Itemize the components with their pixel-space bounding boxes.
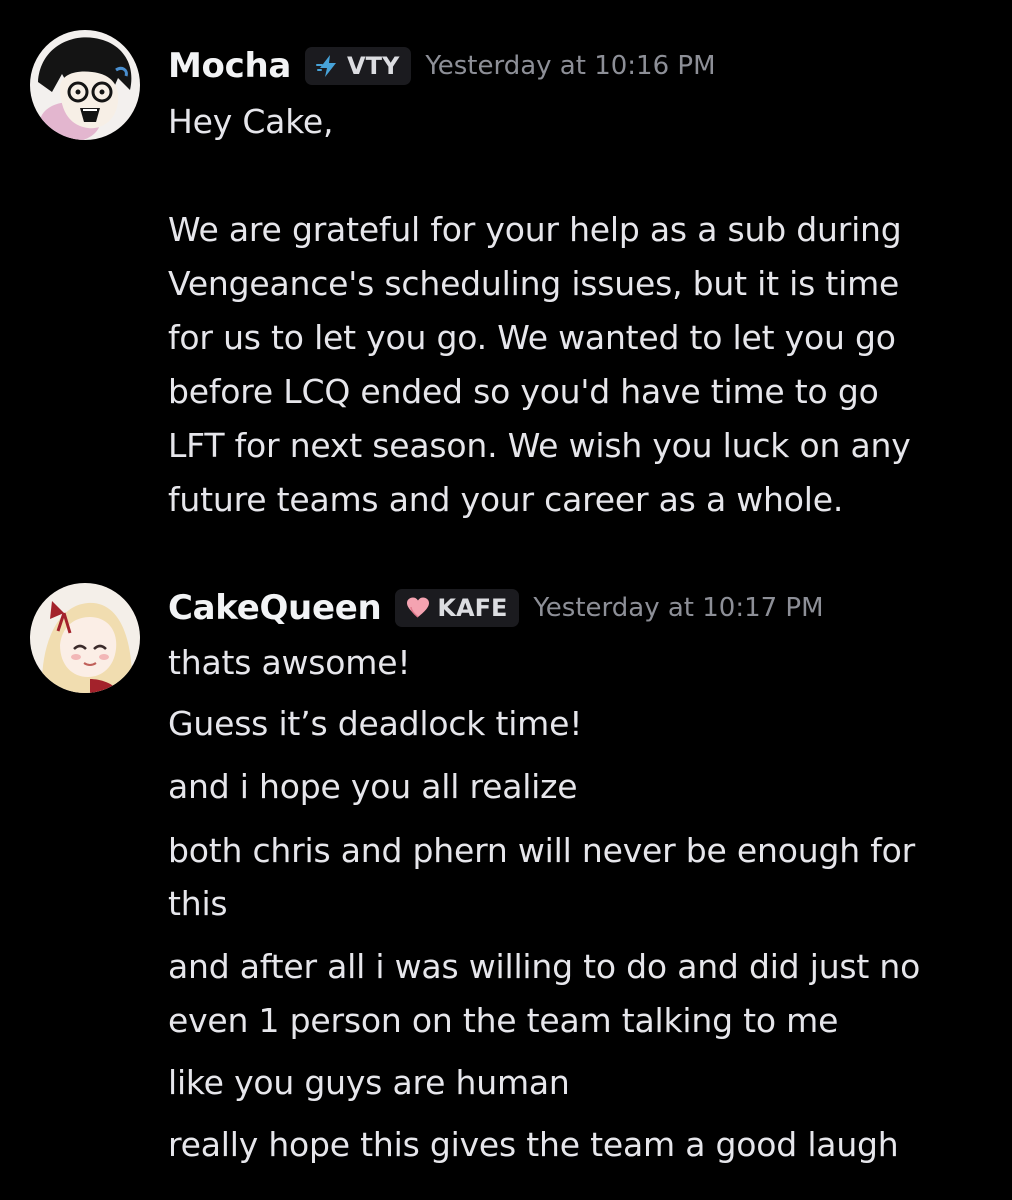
message-line: Guess it’s deadlock time!	[168, 704, 583, 743]
message-line: like you guys are human	[168, 1063, 570, 1102]
heart-icon	[405, 595, 431, 621]
username[interactable]: Mocha	[168, 46, 291, 86]
message-line: We are grateful for your help as a sub d…	[168, 210, 902, 249]
username[interactable]: CakeQueen	[168, 588, 382, 628]
message-line: before LCQ ended so you'd have time to g…	[168, 372, 879, 411]
message-line: future teams and your career as a whole.	[168, 480, 844, 519]
message-line: both chris and phern will never be enoug…	[168, 831, 915, 870]
message-line: even 1 person on the team talking to me	[168, 1001, 839, 1040]
message-line: thats awsome!	[168, 643, 411, 682]
message-line: this	[168, 884, 228, 923]
message-line: LFT for next season. We wish you luck on…	[168, 426, 911, 465]
timestamp[interactable]: Yesterday at 10:16 PM	[425, 51, 715, 81]
message-line: Hey Cake,	[168, 102, 334, 141]
lightning-bolt-icon	[315, 53, 341, 79]
server-tag-label: KAFE	[437, 594, 508, 622]
mocha-avatar[interactable]	[30, 30, 140, 140]
message-line: for us to let you go. We wanted to let y…	[168, 318, 896, 357]
server-tag-label: VTY	[347, 52, 400, 80]
cakequeen-avatar[interactable]	[30, 583, 140, 693]
message-line: really hope this gives the team a good l…	[168, 1125, 899, 1164]
message-line: Vengeance's scheduling issues, but it is…	[168, 264, 900, 303]
message-header: CakeQueen KAFE Yesterday at 10:17 PM	[168, 586, 824, 630]
message-header: Mocha VTY Yesterday at 10:16 PM	[168, 44, 716, 88]
server-tag[interactable]: KAFE	[395, 589, 520, 627]
message-line: and i hope you all realize	[168, 767, 578, 806]
message-line: and after all i was willing to do and di…	[168, 947, 921, 986]
timestamp[interactable]: Yesterday at 10:17 PM	[533, 593, 823, 623]
server-tag[interactable]: VTY	[305, 47, 412, 85]
